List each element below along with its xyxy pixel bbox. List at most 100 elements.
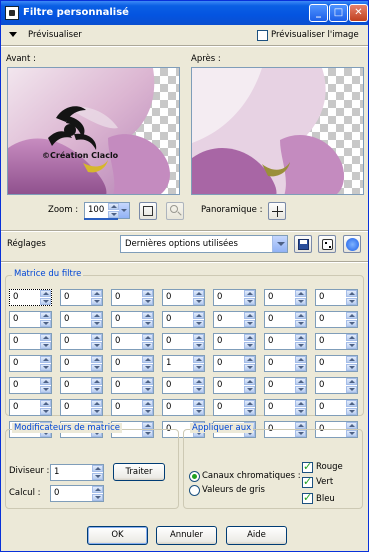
matrix-cell[interactable]: 0: [213, 399, 256, 416]
matrix-cell-spinner[interactable]: [244, 334, 255, 349]
matrix-cell[interactable]: 0: [9, 333, 52, 350]
matrix-cell[interactable]: 0: [213, 355, 256, 372]
matrix-cell-spinner[interactable]: [91, 356, 102, 371]
matrix-cell-spinner[interactable]: [346, 356, 357, 371]
matrix-cell-spinner[interactable]: [142, 356, 153, 371]
matrix-cell-spinner[interactable]: [244, 378, 255, 393]
matrix-cell[interactable]: 0: [9, 355, 52, 372]
matrix-cell-spinner[interactable]: [346, 334, 357, 349]
settings-combo[interactable]: Dernières options utilisées: [120, 235, 288, 253]
matrix-cell-spinner[interactable]: [295, 290, 306, 305]
matrix-cell-spinner[interactable]: [244, 400, 255, 415]
zoom-spinner[interactable]: [108, 203, 119, 218]
matrix-cell-spinner[interactable]: [142, 312, 153, 327]
bias-field[interactable]: 0: [50, 485, 104, 502]
before-preview[interactable]: ©Création Claclo: [7, 67, 180, 195]
matrix-cell-spinner[interactable]: [40, 400, 51, 415]
matrix-cell[interactable]: 0: [60, 399, 103, 416]
matrix-cell-spinner[interactable]: [40, 334, 51, 349]
matrix-cell[interactable]: 0: [264, 311, 307, 328]
matrix-cell[interactable]: 0: [111, 289, 154, 306]
greyscale-radio[interactable]: [189, 485, 200, 496]
matrix-cell[interactable]: 0: [264, 377, 307, 394]
matrix-cell-spinner[interactable]: [193, 290, 204, 305]
matrix-cell[interactable]: 0: [162, 311, 205, 328]
preview-collapse-icon[interactable]: [9, 32, 17, 37]
matrix-cell[interactable]: 0: [60, 311, 103, 328]
help-button[interactable]: Aide: [226, 526, 287, 545]
matrix-cell[interactable]: 0: [60, 333, 103, 350]
matrix-cell[interactable]: 0: [111, 355, 154, 372]
matrix-cell[interactable]: 0: [9, 377, 52, 394]
matrix-cell[interactable]: 0: [60, 289, 103, 306]
matrix-cell[interactable]: 0: [111, 377, 154, 394]
preview-toggle-label[interactable]: Prévisualiser: [28, 30, 82, 40]
matrix-cell-spinner[interactable]: [295, 334, 306, 349]
channels-radio[interactable]: [189, 471, 200, 482]
process-button[interactable]: Traiter: [113, 463, 165, 481]
green-checkbox[interactable]: [302, 475, 313, 488]
matrix-cell-spinner[interactable]: [346, 400, 357, 415]
matrix-cell[interactable]: 0: [111, 333, 154, 350]
zoom-dropdown-icon[interactable]: [119, 203, 129, 218]
matrix-cell-spinner[interactable]: [193, 334, 204, 349]
cancel-button[interactable]: Annuler: [156, 526, 217, 545]
zoom-field[interactable]: 100: [84, 202, 130, 219]
after-preview[interactable]: [191, 67, 364, 195]
matrix-cell-spinner[interactable]: [193, 312, 204, 327]
divisor-spinner[interactable]: [92, 465, 103, 480]
matrix-cell-spinner[interactable]: [91, 334, 102, 349]
matrix-cell[interactable]: 0: [213, 311, 256, 328]
matrix-cell[interactable]: 0: [9, 311, 52, 328]
matrix-cell-spinner[interactable]: [91, 290, 102, 305]
matrix-cell-spinner[interactable]: [40, 290, 51, 305]
matrix-cell-spinner[interactable]: [91, 400, 102, 415]
matrix-cell[interactable]: 0: [315, 333, 358, 350]
random-button[interactable]: [318, 235, 336, 253]
matrix-cell-spinner[interactable]: [142, 400, 153, 415]
matrix-cell-spinner[interactable]: [40, 312, 51, 327]
matrix-cell-spinner[interactable]: [244, 290, 255, 305]
pan-button[interactable]: [268, 202, 286, 220]
minimize-button[interactable]: _: [309, 4, 328, 22]
matrix-cell-spinner[interactable]: [295, 400, 306, 415]
matrix-cell-spinner[interactable]: [193, 400, 204, 415]
matrix-cell-spinner[interactable]: [91, 312, 102, 327]
matrix-cell[interactable]: 0: [162, 399, 205, 416]
matrix-cell[interactable]: 0: [315, 311, 358, 328]
matrix-cell[interactable]: 0: [315, 355, 358, 372]
preview-image-checkbox[interactable]: [257, 30, 268, 41]
matrix-cell-spinner[interactable]: [142, 378, 153, 393]
matrix-cell[interactable]: 0: [162, 289, 205, 306]
maximize-button[interactable]: □: [329, 4, 348, 22]
matrix-cell-spinner[interactable]: [244, 312, 255, 327]
close-button[interactable]: ✕: [349, 4, 368, 22]
matrix-cell[interactable]: 0: [315, 377, 358, 394]
zoom-actual-button[interactable]: [166, 202, 184, 220]
matrix-cell-spinner[interactable]: [193, 356, 204, 371]
matrix-cell[interactable]: 0: [264, 355, 307, 372]
matrix-cell[interactable]: 0: [111, 399, 154, 416]
matrix-cell[interactable]: 0: [162, 377, 205, 394]
chevron-down-icon[interactable]: [272, 236, 287, 252]
ok-button[interactable]: OK: [87, 526, 148, 545]
matrix-cell-spinner[interactable]: [142, 334, 153, 349]
matrix-cell-spinner[interactable]: [295, 356, 306, 371]
red-checkbox[interactable]: [302, 460, 313, 473]
divisor-field[interactable]: 1: [50, 464, 104, 481]
matrix-cell[interactable]: 0: [213, 289, 256, 306]
matrix-cell[interactable]: 0: [264, 289, 307, 306]
matrix-cell-spinner[interactable]: [40, 378, 51, 393]
save-preset-button[interactable]: [294, 235, 312, 253]
matrix-cell[interactable]: 1: [162, 355, 205, 372]
matrix-cell-spinner[interactable]: [346, 290, 357, 305]
matrix-cell-spinner[interactable]: [142, 290, 153, 305]
matrix-cell[interactable]: 0: [213, 377, 256, 394]
matrix-cell-spinner[interactable]: [346, 378, 357, 393]
matrix-cell[interactable]: 0: [264, 333, 307, 350]
bias-spinner[interactable]: [92, 486, 103, 501]
blue-checkbox[interactable]: [302, 491, 313, 504]
matrix-cell[interactable]: 0: [315, 289, 358, 306]
matrix-cell-spinner[interactable]: [295, 378, 306, 393]
matrix-cell[interactable]: 0: [264, 399, 307, 416]
